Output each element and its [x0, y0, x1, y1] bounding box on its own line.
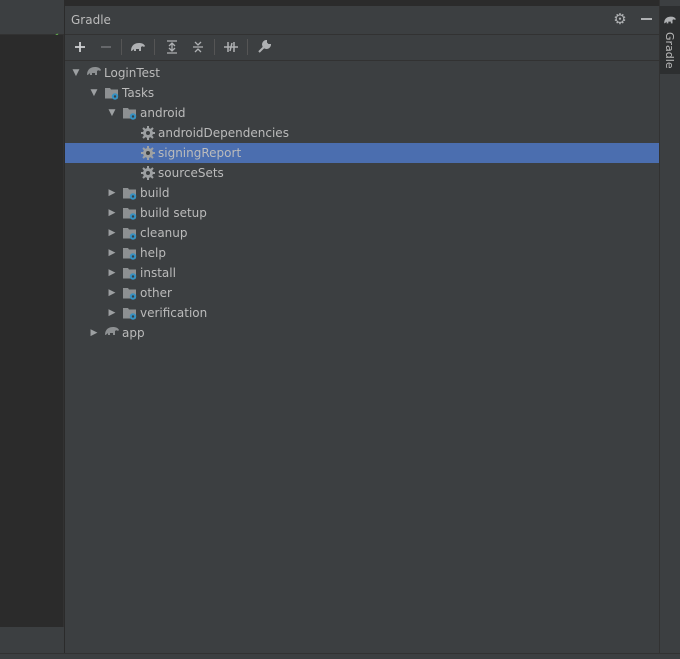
elephant-icon: [131, 43, 145, 51]
expand-arrow-icon[interactable]: ▶: [107, 268, 117, 278]
folder-gear-icon: [123, 268, 137, 280]
bottom-status-strip: [0, 653, 680, 659]
tree-node-label: android: [140, 106, 186, 120]
tree-node-label: build setup: [140, 206, 207, 220]
offline-icon: [224, 42, 238, 52]
tree-node[interactable]: signingReport: [65, 143, 660, 163]
toolbar-separator: [154, 39, 155, 55]
toggle-offline-button[interactable]: [220, 36, 242, 58]
tree-node[interactable]: ▶ other: [65, 283, 660, 303]
tree-node[interactable]: sourceSets: [65, 163, 660, 183]
folder-gear-icon: [123, 288, 137, 300]
remove-button[interactable]: [95, 36, 117, 58]
elephant-icon: [105, 327, 119, 335]
tree-node[interactable]: ▶ app: [65, 323, 660, 343]
tree-node[interactable]: ▼ LoginTest: [65, 63, 660, 83]
gear-icon: [141, 146, 155, 160]
tree-node-label: sourceSets: [158, 166, 224, 180]
gradle-toolbar: [65, 34, 660, 61]
expand-arrow-icon[interactable]: ▶: [107, 188, 117, 198]
right-tool-stripe: Gradle: [659, 0, 680, 658]
tree-node-label: build: [140, 186, 170, 200]
tree-node[interactable]: ▼ Tasks: [65, 83, 660, 103]
panel-title: Gradle: [71, 13, 111, 27]
plus-icon: [75, 42, 85, 52]
gradle-stripe-label: Gradle: [663, 32, 676, 69]
toolbar-separator: [121, 39, 122, 55]
expand-arrow-icon[interactable]: ▶: [107, 228, 117, 238]
folder-gear-icon: [123, 188, 137, 200]
collapse-arrow-icon[interactable]: ▼: [71, 68, 81, 78]
wrench-icon: [258, 40, 271, 53]
tree-node-label: cleanup: [140, 226, 188, 240]
expand-arrow-icon[interactable]: ▶: [107, 248, 117, 258]
tree-node[interactable]: ▶ install: [65, 263, 660, 283]
tree-node-label: other: [140, 286, 172, 300]
tree-node[interactable]: ▶ build setup: [65, 203, 660, 223]
tree-node[interactable]: ▶ verification: [65, 303, 660, 323]
collapse-all-icon: [193, 41, 203, 53]
build-settings-button[interactable]: [253, 36, 275, 58]
collapse-all-button[interactable]: [187, 36, 209, 58]
gear-icon: [141, 126, 155, 140]
elephant-icon: [87, 67, 101, 75]
tree-node-label: verification: [140, 306, 208, 320]
gear-icon: [141, 166, 155, 180]
tree-node-label: install: [140, 266, 176, 280]
expand-arrow-icon[interactable]: ▶: [89, 328, 99, 338]
minus-icon: [101, 46, 111, 48]
minimize-icon[interactable]: [638, 11, 654, 27]
gradle-panel: Gradle ⚙ ▼ LoginTest ▼ Tasks ▼ android androi: [64, 6, 660, 653]
gear-icon[interactable]: ⚙: [612, 10, 628, 28]
collapse-arrow-icon[interactable]: ▼: [107, 108, 117, 118]
panel-header: Gradle ⚙: [65, 6, 660, 35]
tree-node-label: signingReport: [158, 146, 242, 160]
tree-node-label: androidDependencies: [158, 126, 289, 140]
tree-node[interactable]: ▶ build: [65, 183, 660, 203]
folder-gear-icon: [123, 248, 137, 260]
folder-gear-icon: [105, 88, 119, 100]
editor-area[interactable]: [0, 35, 64, 627]
toolbar-separator: [214, 39, 215, 55]
expand-arrow-icon[interactable]: ▶: [107, 288, 117, 298]
tree-node-label: Tasks: [122, 86, 155, 100]
elephant-icon: [664, 16, 676, 24]
folder-gear-icon: [123, 308, 137, 320]
tree-node-label: help: [140, 246, 166, 260]
collapse-arrow-icon[interactable]: ▼: [89, 88, 99, 98]
expand-all-button[interactable]: [161, 36, 183, 58]
expand-arrow-icon[interactable]: ▶: [107, 208, 117, 218]
tree-node-label: LoginTest: [104, 66, 161, 80]
folder-gear-icon: [123, 228, 137, 240]
tree-node[interactable]: ▶ help: [65, 243, 660, 263]
folder-gear-icon: [123, 108, 137, 120]
toolbar-separator: [247, 39, 248, 55]
expand-arrow-icon[interactable]: ▶: [107, 308, 117, 318]
folder-gear-icon: [123, 208, 137, 220]
execute-task-button[interactable]: [127, 36, 149, 58]
tree-node-label: app: [122, 326, 145, 340]
tree-node[interactable]: ▶ cleanup: [65, 223, 660, 243]
tree-node[interactable]: androidDependencies: [65, 123, 660, 143]
tree-node[interactable]: ▼ android: [65, 103, 660, 123]
add-button[interactable]: [69, 36, 91, 58]
gradle-stripe-button[interactable]: Gradle: [660, 6, 680, 74]
expand-all-icon: [167, 40, 177, 54]
